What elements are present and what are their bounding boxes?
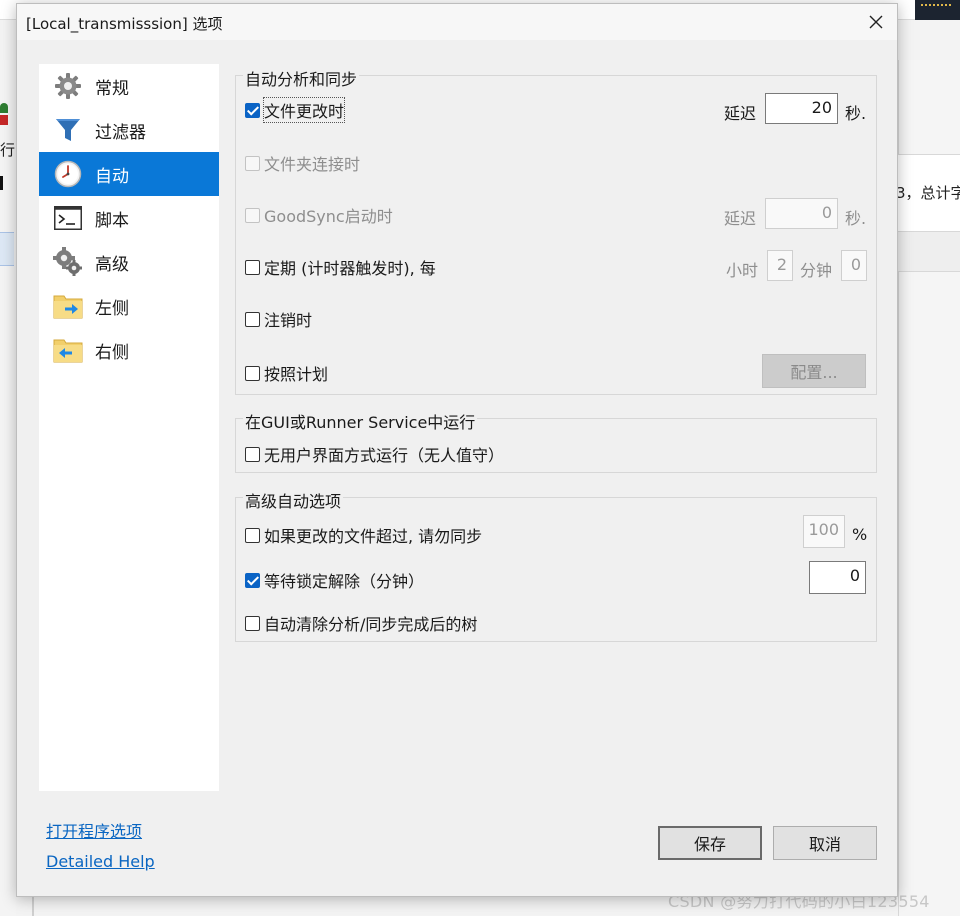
gears-icon bbox=[53, 247, 83, 277]
auto-clear-tree-label: 自动清除分析/同步完成后的树 bbox=[264, 615, 478, 634]
nav-label: 自动 bbox=[95, 166, 129, 187]
on-logoff-checkbox[interactable]: 注销时 bbox=[245, 307, 312, 331]
filter-icon bbox=[53, 115, 83, 145]
on-file-change-label: 文件更改时 bbox=[262, 97, 346, 123]
nav-item-general[interactable]: 常规 bbox=[39, 64, 219, 108]
nav-label: 常规 bbox=[95, 78, 129, 99]
goodsync-start-delay-input[interactable]: 0 bbox=[765, 198, 838, 229]
checkbox-box[interactable] bbox=[245, 259, 260, 275]
close-icon bbox=[869, 15, 883, 29]
checkbox-box[interactable] bbox=[245, 155, 260, 171]
checkbox-box[interactable] bbox=[245, 615, 260, 631]
on-folder-connect-checkbox[interactable]: 文件夹连接时 bbox=[245, 151, 360, 175]
delay-label-disabled: 延迟 bbox=[724, 209, 757, 228]
on-logoff-label: 注销时 bbox=[264, 311, 313, 330]
options-dialog: [Local_transmisssion] 选项 常规 过滤器 自动 脚本 高级… bbox=[16, 3, 898, 897]
periodic-checkbox[interactable]: 定期 (计时器触发时), 每 bbox=[245, 255, 436, 279]
close-button[interactable] bbox=[861, 8, 891, 36]
wait-lock-checkbox[interactable]: 等待锁定解除（分钟） bbox=[245, 568, 424, 592]
background-selected-row bbox=[0, 232, 14, 266]
delay-label: 延迟 bbox=[724, 104, 757, 123]
hours-input[interactable]: 2 bbox=[767, 250, 793, 281]
background-app-icon bbox=[0, 103, 10, 129]
nav-label: 过滤器 bbox=[95, 122, 146, 143]
background-cursor bbox=[0, 176, 3, 190]
seconds-unit-label: 秒. bbox=[845, 104, 867, 123]
on-file-change-checkbox[interactable]: 文件更改时 bbox=[245, 97, 346, 123]
file-change-delay-input[interactable]: 20 bbox=[765, 93, 838, 124]
configure-button[interactable]: 配置... bbox=[762, 354, 866, 388]
percent-unit-label: % bbox=[852, 525, 868, 544]
on-goodsync-start-checkbox[interactable]: GoodSync启动时 bbox=[245, 203, 393, 227]
auto-sync-group-title: 自动分析和同步 bbox=[243, 66, 360, 90]
terminal-icon bbox=[53, 203, 83, 233]
on-goodsync-start-label: GoodSync启动时 bbox=[264, 207, 393, 226]
unattended-label: 无用户界面方式运行（无人值守） bbox=[264, 446, 505, 465]
nav-label: 左侧 bbox=[95, 298, 129, 319]
nav-item-filters[interactable]: 过滤器 bbox=[39, 108, 219, 152]
run-mode-group-title: 在GUI或Runner Service中运行 bbox=[243, 409, 478, 433]
save-button[interactable]: 保存 bbox=[658, 826, 762, 860]
gear-icon bbox=[53, 71, 83, 101]
unattended-checkbox[interactable]: 无用户界面方式运行（无人值守） bbox=[245, 442, 504, 466]
skip-if-exceeds-checkbox[interactable]: 如果更改的文件超过, 请勿同步 bbox=[245, 523, 482, 547]
nav-item-right[interactable]: 右侧 bbox=[39, 328, 219, 372]
nav-item-auto[interactable]: 自动 bbox=[39, 152, 219, 196]
options-nav: 常规 过滤器 自动 脚本 高级 左侧 右侧 bbox=[39, 64, 219, 791]
clock-icon bbox=[53, 159, 83, 189]
background-divider bbox=[32, 896, 34, 916]
periodic-label: 定期 (计时器触发时), 每 bbox=[264, 259, 436, 278]
skip-percent-input[interactable]: 100 bbox=[803, 515, 845, 548]
nav-label: 右侧 bbox=[95, 342, 129, 363]
advanced-auto-group-title: 高级自动选项 bbox=[243, 488, 344, 512]
background-right-row-2 bbox=[898, 232, 960, 272]
background-left-text: 行 bbox=[0, 141, 16, 159]
checkbox-box[interactable] bbox=[245, 311, 260, 327]
seconds-unit-label-disabled: 秒. bbox=[845, 209, 867, 228]
minutes-label: 分钟 bbox=[800, 261, 833, 280]
nav-item-advanced[interactable]: 高级 bbox=[39, 240, 219, 284]
wait-lock-label: 等待锁定解除（分钟） bbox=[264, 572, 425, 591]
dialog-title: [Local_transmisssion] 选项 bbox=[26, 15, 223, 33]
nav-label: 脚本 bbox=[95, 210, 129, 231]
minutes-input[interactable]: 0 bbox=[841, 250, 867, 281]
checkbox-box[interactable] bbox=[245, 572, 260, 588]
nav-item-left[interactable]: 左侧 bbox=[39, 284, 219, 328]
hours-label: 小时 bbox=[726, 261, 759, 280]
background-right-text: 3，总计字 bbox=[896, 184, 960, 202]
background-thumbnail bbox=[915, 0, 960, 20]
checkbox-box[interactable] bbox=[245, 365, 260, 381]
dialog-titlebar: [Local_transmisssion] 选项 bbox=[17, 4, 897, 40]
scheduled-checkbox[interactable]: 按照计划 bbox=[245, 361, 328, 385]
checkbox-box[interactable] bbox=[245, 102, 260, 118]
checkbox-box[interactable] bbox=[245, 446, 260, 462]
checkbox-box[interactable] bbox=[245, 207, 260, 223]
folder-right-arrow-icon bbox=[53, 291, 83, 321]
detailed-help-link[interactable]: Detailed Help bbox=[46, 852, 155, 871]
nav-label: 高级 bbox=[95, 254, 129, 275]
skip-if-exceeds-label: 如果更改的文件超过, 请勿同步 bbox=[264, 527, 483, 546]
checkbox-box[interactable] bbox=[245, 527, 260, 543]
nav-item-scripts[interactable]: 脚本 bbox=[39, 196, 219, 240]
cancel-button[interactable]: 取消 bbox=[773, 826, 877, 860]
auto-clear-tree-checkbox[interactable]: 自动清除分析/同步完成后的树 bbox=[245, 611, 477, 635]
on-folder-connect-label: 文件夹连接时 bbox=[264, 155, 361, 174]
wait-lock-minutes-input[interactable]: 0 bbox=[809, 561, 866, 594]
scheduled-label: 按照计划 bbox=[264, 365, 329, 384]
folder-left-arrow-icon bbox=[53, 335, 83, 365]
open-program-options-link[interactable]: 打开程序选项 bbox=[46, 818, 142, 842]
